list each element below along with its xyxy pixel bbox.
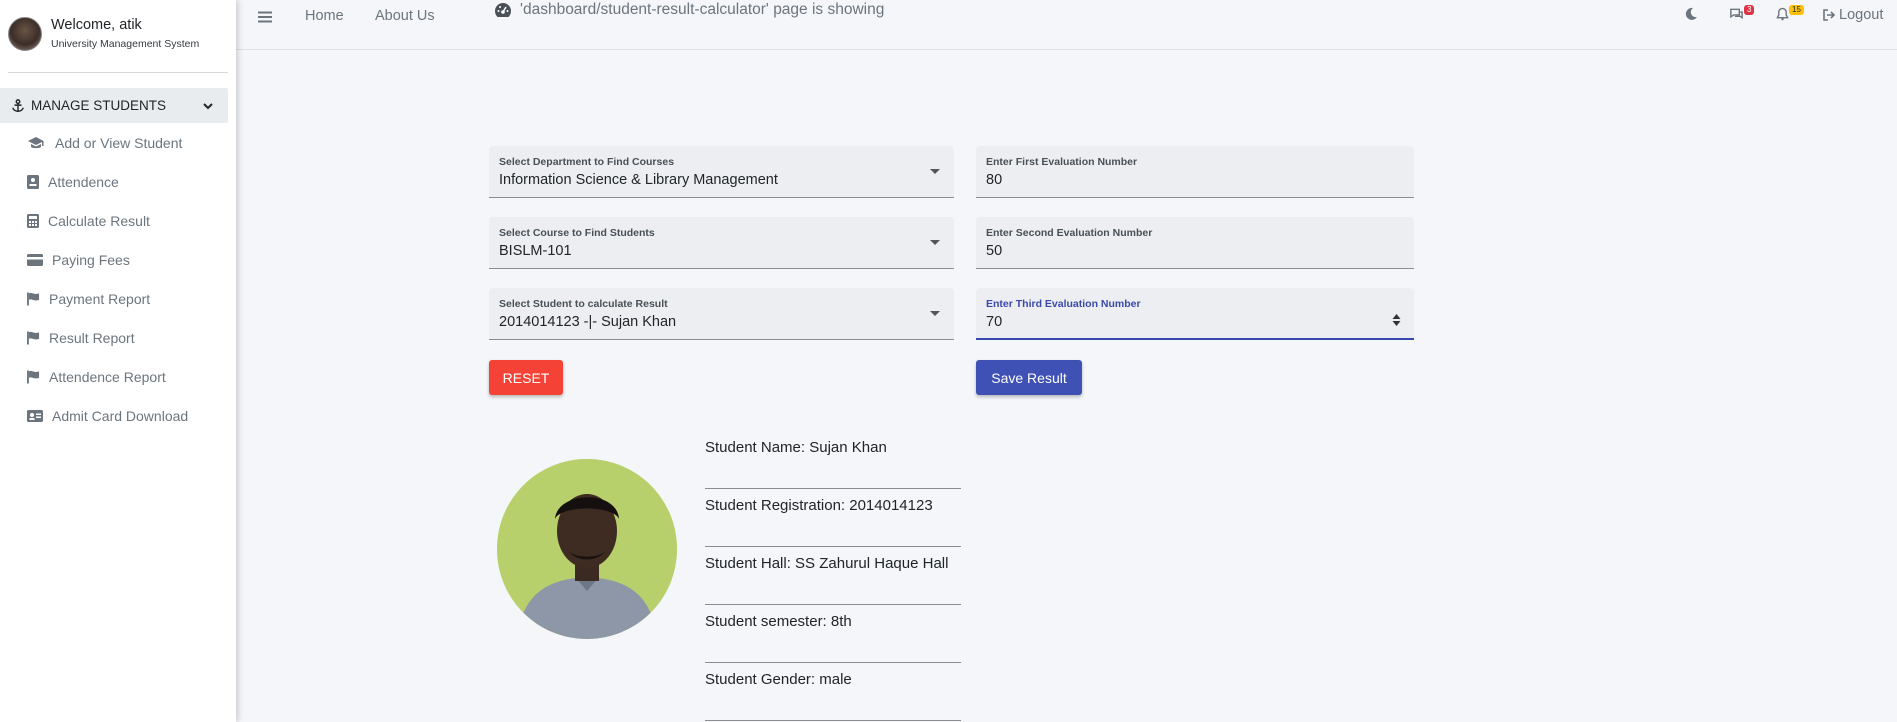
course-select-value: BISLM-101 xyxy=(499,243,572,259)
flag-icon xyxy=(27,370,40,383)
first-evaluation-value: 80 xyxy=(986,172,1003,188)
flag-icon xyxy=(27,331,40,344)
notifications-count-badge: 15 xyxy=(1789,5,1804,15)
page-status-message: 'dashboard/student-result-calculator' pa… xyxy=(494,1,884,19)
dropdown-arrow-icon xyxy=(930,169,940,174)
welcome-text: Welcome, atik xyxy=(51,17,142,33)
student-select[interactable]: Select Student to calculate Result 20140… xyxy=(489,288,954,340)
avatar xyxy=(8,16,42,51)
save-result-button[interactable]: Save Result xyxy=(976,360,1082,395)
student-photo xyxy=(497,459,677,639)
logout-button[interactable]: Logout xyxy=(1822,7,1883,23)
sidebar-item-add-view-student[interactable]: Add or View Student xyxy=(0,123,236,162)
nav-link-home[interactable]: Home xyxy=(305,8,344,24)
sidebar-item-label: Paying Fees xyxy=(52,251,130,268)
system-name: University Management System xyxy=(51,38,200,50)
reset-button[interactable]: RESET xyxy=(489,360,563,395)
department-select[interactable]: Select Department to Find Courses Inform… xyxy=(489,146,954,198)
student-registration: Student Registration: 2014014123 xyxy=(705,489,961,547)
department-select-label: Select Department to Find Courses xyxy=(499,156,675,168)
student-select-label: Select Student to calculate Result xyxy=(499,298,668,310)
credit-card-icon xyxy=(27,253,43,266)
notifications-button[interactable]: 15 xyxy=(1776,5,1804,21)
department-select-value: Information Science & Library Management xyxy=(499,172,778,188)
chevron-down-icon xyxy=(203,102,213,109)
moon-icon xyxy=(1685,7,1697,20)
third-evaluation-value: 70 xyxy=(986,314,1003,330)
id-badge-icon xyxy=(27,174,39,189)
sidebar-section-label: MANAGE STUDENTS xyxy=(31,98,167,113)
sidebar-item-result-report[interactable]: Result Report xyxy=(0,318,236,357)
second-evaluation-value: 50 xyxy=(986,243,1003,259)
student-gender: Student Gender: male xyxy=(705,663,961,721)
messages-count-badge: 3 xyxy=(1744,5,1755,15)
anchor-icon xyxy=(12,98,24,112)
logout-label: Logout xyxy=(1839,7,1884,23)
first-evaluation-label: Enter First Evaluation Number xyxy=(986,156,1138,168)
second-evaluation-input[interactable]: Enter Second Evaluation Number 50 xyxy=(976,217,1414,269)
sidebar-divider xyxy=(8,72,228,73)
student-photo-image xyxy=(497,459,677,639)
sidebar-item-payment-report[interactable]: Payment Report xyxy=(0,279,236,318)
sidebar-section-manage-students[interactable]: MANAGE STUDENTS xyxy=(0,88,228,123)
dashboard-gauge-icon xyxy=(495,3,511,17)
theme-toggle[interactable] xyxy=(1684,7,1698,21)
page-status-text: 'dashboard/student-result-calculator' pa… xyxy=(520,1,885,18)
nav-link-about[interactable]: About Us xyxy=(375,8,435,24)
hamburger-menu-icon[interactable] xyxy=(258,10,272,24)
sidebar: Welcome, atik University Management Syst… xyxy=(0,0,236,722)
flag-icon xyxy=(27,292,40,305)
sidebar-item-label: Result Report xyxy=(49,329,135,346)
sidebar-item-admit-card-download[interactable]: Admit Card Download xyxy=(0,396,236,435)
graduation-cap-icon xyxy=(28,136,44,148)
student-hall: Student Hall: SS Zahurul Haque Hall xyxy=(705,547,961,605)
sidebar-item-label: Attendence xyxy=(48,173,119,190)
bell-icon xyxy=(1776,7,1789,21)
sidebar-item-label: Payment Report xyxy=(49,290,151,307)
student-name: Student Name: Sujan Khan xyxy=(705,431,961,489)
calculator-icon xyxy=(27,213,39,228)
dropdown-arrow-icon xyxy=(930,311,940,316)
sidebar-item-label: Calculate Result xyxy=(48,212,150,229)
sidebar-item-paying-fees[interactable]: Paying Fees xyxy=(0,240,236,279)
sidebar-item-label: Add or View Student xyxy=(55,134,183,151)
messages-button[interactable]: 3 xyxy=(1729,5,1755,21)
course-select[interactable]: Select Course to Find Students BISLM-101 xyxy=(489,217,954,269)
student-select-value: 2014014123 -|- Sujan Khan xyxy=(499,314,677,330)
second-evaluation-label: Enter Second Evaluation Number xyxy=(986,227,1153,239)
sidebar-item-attendence-report[interactable]: Attendence Report xyxy=(0,357,236,396)
third-evaluation-input[interactable]: Enter Third Evaluation Number 70 xyxy=(976,288,1414,340)
id-card-icon xyxy=(27,409,43,422)
top-navbar: Home About Us 'dashboard/student-result-… xyxy=(236,0,1897,50)
third-evaluation-label: Enter Third Evaluation Number xyxy=(986,298,1141,310)
first-evaluation-input[interactable]: Enter First Evaluation Number 80 xyxy=(976,146,1414,198)
dropdown-arrow-icon xyxy=(930,240,940,245)
sidebar-item-calculate-result[interactable]: Calculate Result xyxy=(0,201,236,240)
student-semester: Student semester: 8th xyxy=(705,605,961,663)
sign-out-icon xyxy=(1823,9,1836,21)
sidebar-item-label: Attendence Report xyxy=(49,368,166,385)
number-spinner-icon[interactable] xyxy=(1392,313,1401,327)
course-select-label: Select Course to Find Students xyxy=(499,227,655,239)
comments-icon xyxy=(1730,8,1743,20)
user-panel[interactable]: Welcome, atik University Management Syst… xyxy=(0,0,236,60)
sidebar-item-label: Admit Card Download xyxy=(52,407,189,424)
sidebar-item-attendence[interactable]: Attendence xyxy=(0,162,236,201)
